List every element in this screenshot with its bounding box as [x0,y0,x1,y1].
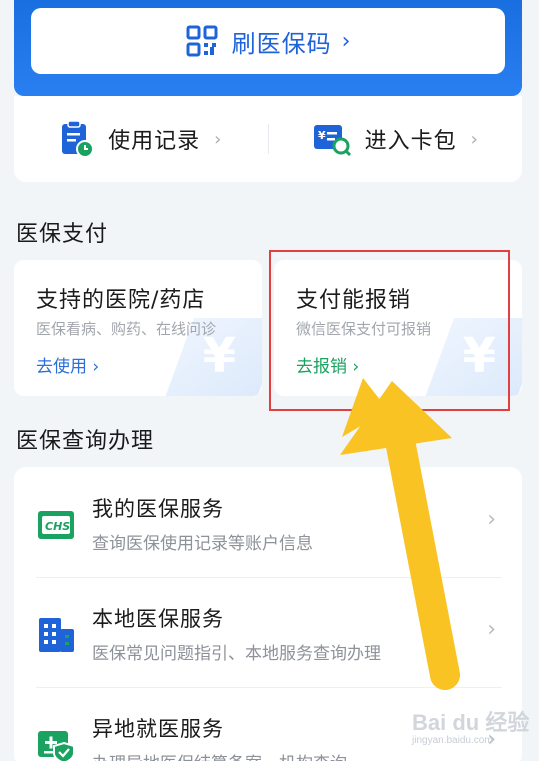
my-insurance-service-item[interactable]: CHS 我的医保服务 查询医保使用记录等账户信息 › [14,467,522,577]
service-subtitle: 医保常见问题指引、本地服务查询办理 [92,644,381,664]
medical-shield-icon [38,731,75,761]
go-use-link[interactable]: 去使用 › [36,352,99,377]
usage-record-button[interactable]: 使用记录 › [14,120,268,158]
building-icon [39,618,74,652]
highlight-box [269,250,510,411]
chevron-right-icon: › [487,507,496,532]
service-title: 我的医保服务 [92,497,224,521]
query-section-title: 医保查询办理 [16,429,155,454]
service-title: 异地就医服务 [92,717,224,741]
card-wallet-button[interactable]: ¥ 进入卡包 › [269,122,523,156]
card-search-icon: ¥ [313,125,351,156]
card-wallet-label: 进入卡包 [364,129,457,154]
scan-code-label: 刷医保码 [231,29,332,58]
service-title: 本地医保服务 [92,607,224,631]
chevron-right-icon: › [470,128,478,150]
watermark-sub: jingyan.baidu.com [412,735,493,746]
records-bar: 使用记录 › ¥ 进入卡包 › [14,96,522,182]
svg-text:CHS: CHS [45,520,70,533]
chevron-right-icon: › [214,128,222,150]
local-insurance-service-item[interactable]: 本地医保服务 医保常见问题指引、本地服务查询办理 › [14,577,522,687]
chevron-right-icon: › [341,28,351,54]
qr-code-icon [186,25,218,57]
card-title: 支持的医院/药店 [36,288,206,313]
watermark-main: Bai du 经验 [412,710,530,735]
service-subtitle: 办理异地医保结算备案、机构查询 [92,749,347,761]
card-subtitle: 医保看病、购药、在线问诊 [36,320,217,338]
baidu-watermark: Bai du 经验 jingyan.baidu.com [412,705,529,746]
payment-section-title: 医保支付 [16,222,109,247]
scan-code-button[interactable]: 刷医保码 › [31,8,505,74]
chs-card-icon: CHS [38,511,74,539]
supported-hospitals-card[interactable]: ¥ 支持的医院/药店 医保看病、购药、在线问诊 去使用 › [14,260,262,396]
svg-text:¥: ¥ [318,129,326,142]
service-subtitle: 查询医保使用记录等账户信息 [92,534,313,554]
usage-record-label: 使用记录 [108,129,201,154]
chevron-right-icon: › [487,617,496,642]
clipboard-icon [62,120,95,158]
